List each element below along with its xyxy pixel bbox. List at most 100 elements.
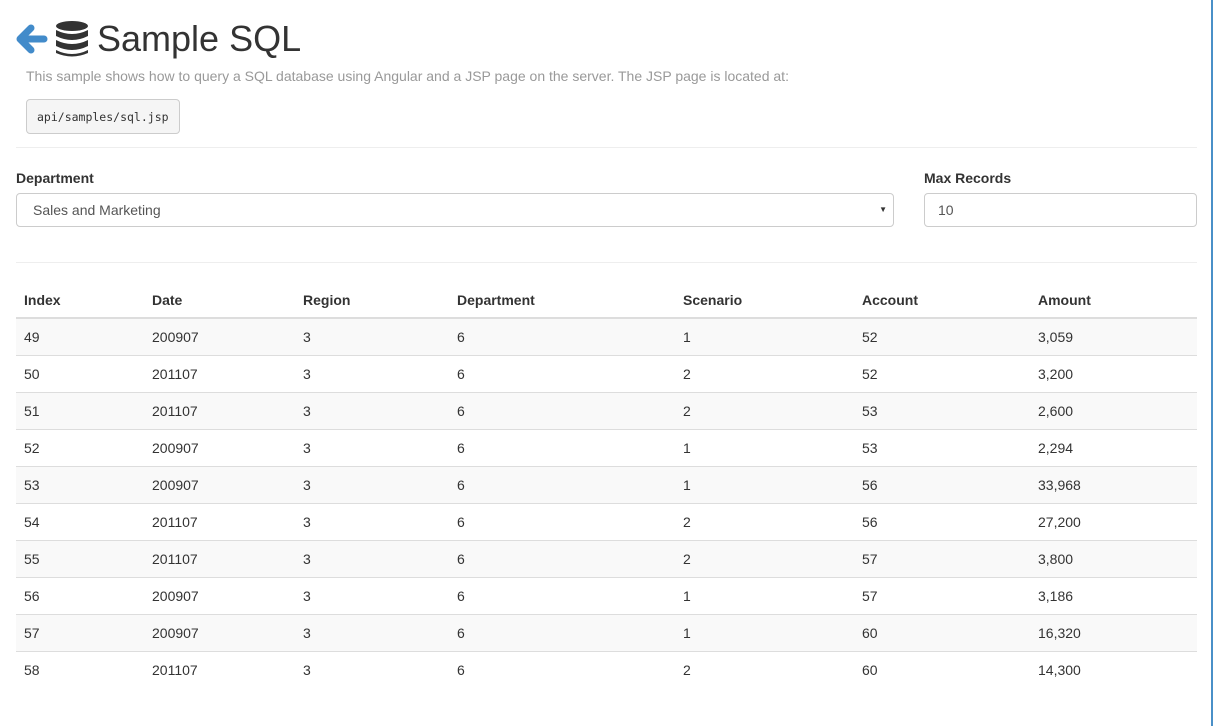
column-header-amount[interactable]: Amount <box>1030 283 1197 319</box>
table-cell-index: 56 <box>16 576 144 614</box>
table-cell-account: 53 <box>854 428 1030 466</box>
table-cell-amount: 16,320 <box>1030 613 1197 651</box>
table-cell-department: 6 <box>449 465 675 503</box>
table-cell-region: 3 <box>295 576 449 614</box>
table-cell-amount: 14,300 <box>1030 650 1197 688</box>
table-cell-index: 51 <box>16 391 144 429</box>
table-cell-department: 6 <box>449 539 675 577</box>
table-cell-amount: 27,200 <box>1030 502 1197 540</box>
table-row: 52 200907 3 6 1 53 2,294 <box>16 428 1197 466</box>
table-cell-amount: 2,294 <box>1030 428 1197 466</box>
table-cell-amount: 3,059 <box>1030 318 1197 355</box>
table-cell-account: 57 <box>854 539 1030 577</box>
table-cell-account: 56 <box>854 502 1030 540</box>
table-row: 56 200907 3 6 1 57 3,186 <box>16 576 1197 614</box>
department-selected-value: Sales and Marketing <box>33 202 161 218</box>
caret-down-icon: ▼ <box>879 205 887 214</box>
table-cell-amount: 3,200 <box>1030 354 1197 392</box>
divider-middle <box>16 262 1197 263</box>
table-cell-region: 3 <box>295 465 449 503</box>
table-cell-index: 52 <box>16 428 144 466</box>
table-cell-date: 201107 <box>144 502 295 540</box>
table-cell-scenario: 2 <box>675 354 854 392</box>
table-cell-region: 3 <box>295 391 449 429</box>
table-cell-index: 54 <box>16 502 144 540</box>
table-cell-index: 55 <box>16 539 144 577</box>
column-header-scenario[interactable]: Scenario <box>675 283 854 319</box>
table-row: 58 201107 3 6 2 60 14,300 <box>16 650 1197 688</box>
table-cell-index: 57 <box>16 613 144 651</box>
table-cell-date: 201107 <box>144 539 295 577</box>
table-row: 51 201107 3 6 2 53 2,600 <box>16 391 1197 429</box>
column-header-department[interactable]: Department <box>449 283 675 319</box>
jsp-path-code: api/samples/sql.jsp <box>26 99 180 134</box>
table-cell-region: 3 <box>295 650 449 688</box>
table-cell-scenario: 1 <box>675 465 854 503</box>
table-cell-index: 58 <box>16 650 144 688</box>
column-header-date[interactable]: Date <box>144 283 295 319</box>
table-cell-scenario: 1 <box>675 318 854 355</box>
table-cell-date: 200907 <box>144 428 295 466</box>
table-cell-scenario: 2 <box>675 650 854 688</box>
column-header-account[interactable]: Account <box>854 283 1030 319</box>
table-cell-date: 201107 <box>144 650 295 688</box>
table-body: 49 200907 3 6 1 52 3,059 50 201107 3 6 2 52 3,200 51 20… <box>16 318 1197 688</box>
table-cell-account: 53 <box>854 391 1030 429</box>
table-cell-account: 60 <box>854 650 1030 688</box>
table-cell-scenario: 1 <box>675 613 854 651</box>
table-cell-scenario: 2 <box>675 502 854 540</box>
table-cell-department: 6 <box>449 354 675 392</box>
table-cell-region: 3 <box>295 428 449 466</box>
table-cell-amount: 2,600 <box>1030 391 1197 429</box>
table-cell-date: 200907 <box>144 465 295 503</box>
column-header-region[interactable]: Region <box>295 283 449 319</box>
table-cell-department: 6 <box>449 576 675 614</box>
table-cell-account: 60 <box>854 613 1030 651</box>
table-cell-amount: 33,968 <box>1030 465 1197 503</box>
table-cell-region: 3 <box>295 502 449 540</box>
page-description: This sample shows how to query a SQL dat… <box>26 68 789 84</box>
table-cell-scenario: 2 <box>675 391 854 429</box>
table-cell-index: 53 <box>16 465 144 503</box>
table-cell-department: 6 <box>449 502 675 540</box>
table-cell-scenario: 1 <box>675 428 854 466</box>
table-row: 50 201107 3 6 2 52 3,200 <box>16 354 1197 392</box>
database-icon <box>56 21 88 57</box>
table-cell-date: 200907 <box>144 576 295 614</box>
max-records-label: Max Records <box>924 170 1012 186</box>
table-cell-account: 56 <box>854 465 1030 503</box>
table-row: 57 200907 3 6 1 60 16,320 <box>16 613 1197 651</box>
table-cell-region: 3 <box>295 354 449 392</box>
table-cell-date: 200907 <box>144 613 295 651</box>
department-select[interactable]: Sales and Marketing ▼ <box>16 193 894 227</box>
department-label: Department <box>16 170 94 186</box>
page-header: Sample SQL <box>16 18 301 60</box>
results-table: Index Date Region Department Scenario Account… <box>16 283 1197 688</box>
table-cell-department: 6 <box>449 650 675 688</box>
table-row: 53 200907 3 6 1 56 33,968 <box>16 465 1197 503</box>
table-row: 49 200907 3 6 1 52 3,059 <box>16 318 1197 355</box>
table-cell-department: 6 <box>449 391 675 429</box>
table-cell-region: 3 <box>295 539 449 577</box>
page: Sample SQL This sample shows how to quer… <box>0 0 1213 726</box>
table-cell-account: 57 <box>854 576 1030 614</box>
column-header-index[interactable]: Index <box>16 283 144 319</box>
table-row: 55 201107 3 6 2 57 3,800 <box>16 539 1197 577</box>
table-cell-account: 52 <box>854 318 1030 355</box>
table-cell-amount: 3,186 <box>1030 576 1197 614</box>
table-header-row: Index Date Region Department Scenario Account… <box>16 283 1197 319</box>
table-cell-region: 3 <box>295 613 449 651</box>
divider-top <box>16 147 1197 148</box>
table-cell-index: 50 <box>16 354 144 392</box>
max-records-input[interactable] <box>924 193 1197 227</box>
table-row: 54 201107 3 6 2 56 27,200 <box>16 502 1197 540</box>
table-cell-index: 49 <box>16 318 144 355</box>
table-cell-amount: 3,800 <box>1030 539 1197 577</box>
table-cell-department: 6 <box>449 613 675 651</box>
page-title: Sample SQL <box>97 18 302 59</box>
table-cell-account: 52 <box>854 354 1030 392</box>
table-cell-scenario: 2 <box>675 539 854 577</box>
arrow-left-icon[interactable] <box>16 23 48 55</box>
table-cell-date: 201107 <box>144 354 295 392</box>
table-cell-region: 3 <box>295 318 449 355</box>
